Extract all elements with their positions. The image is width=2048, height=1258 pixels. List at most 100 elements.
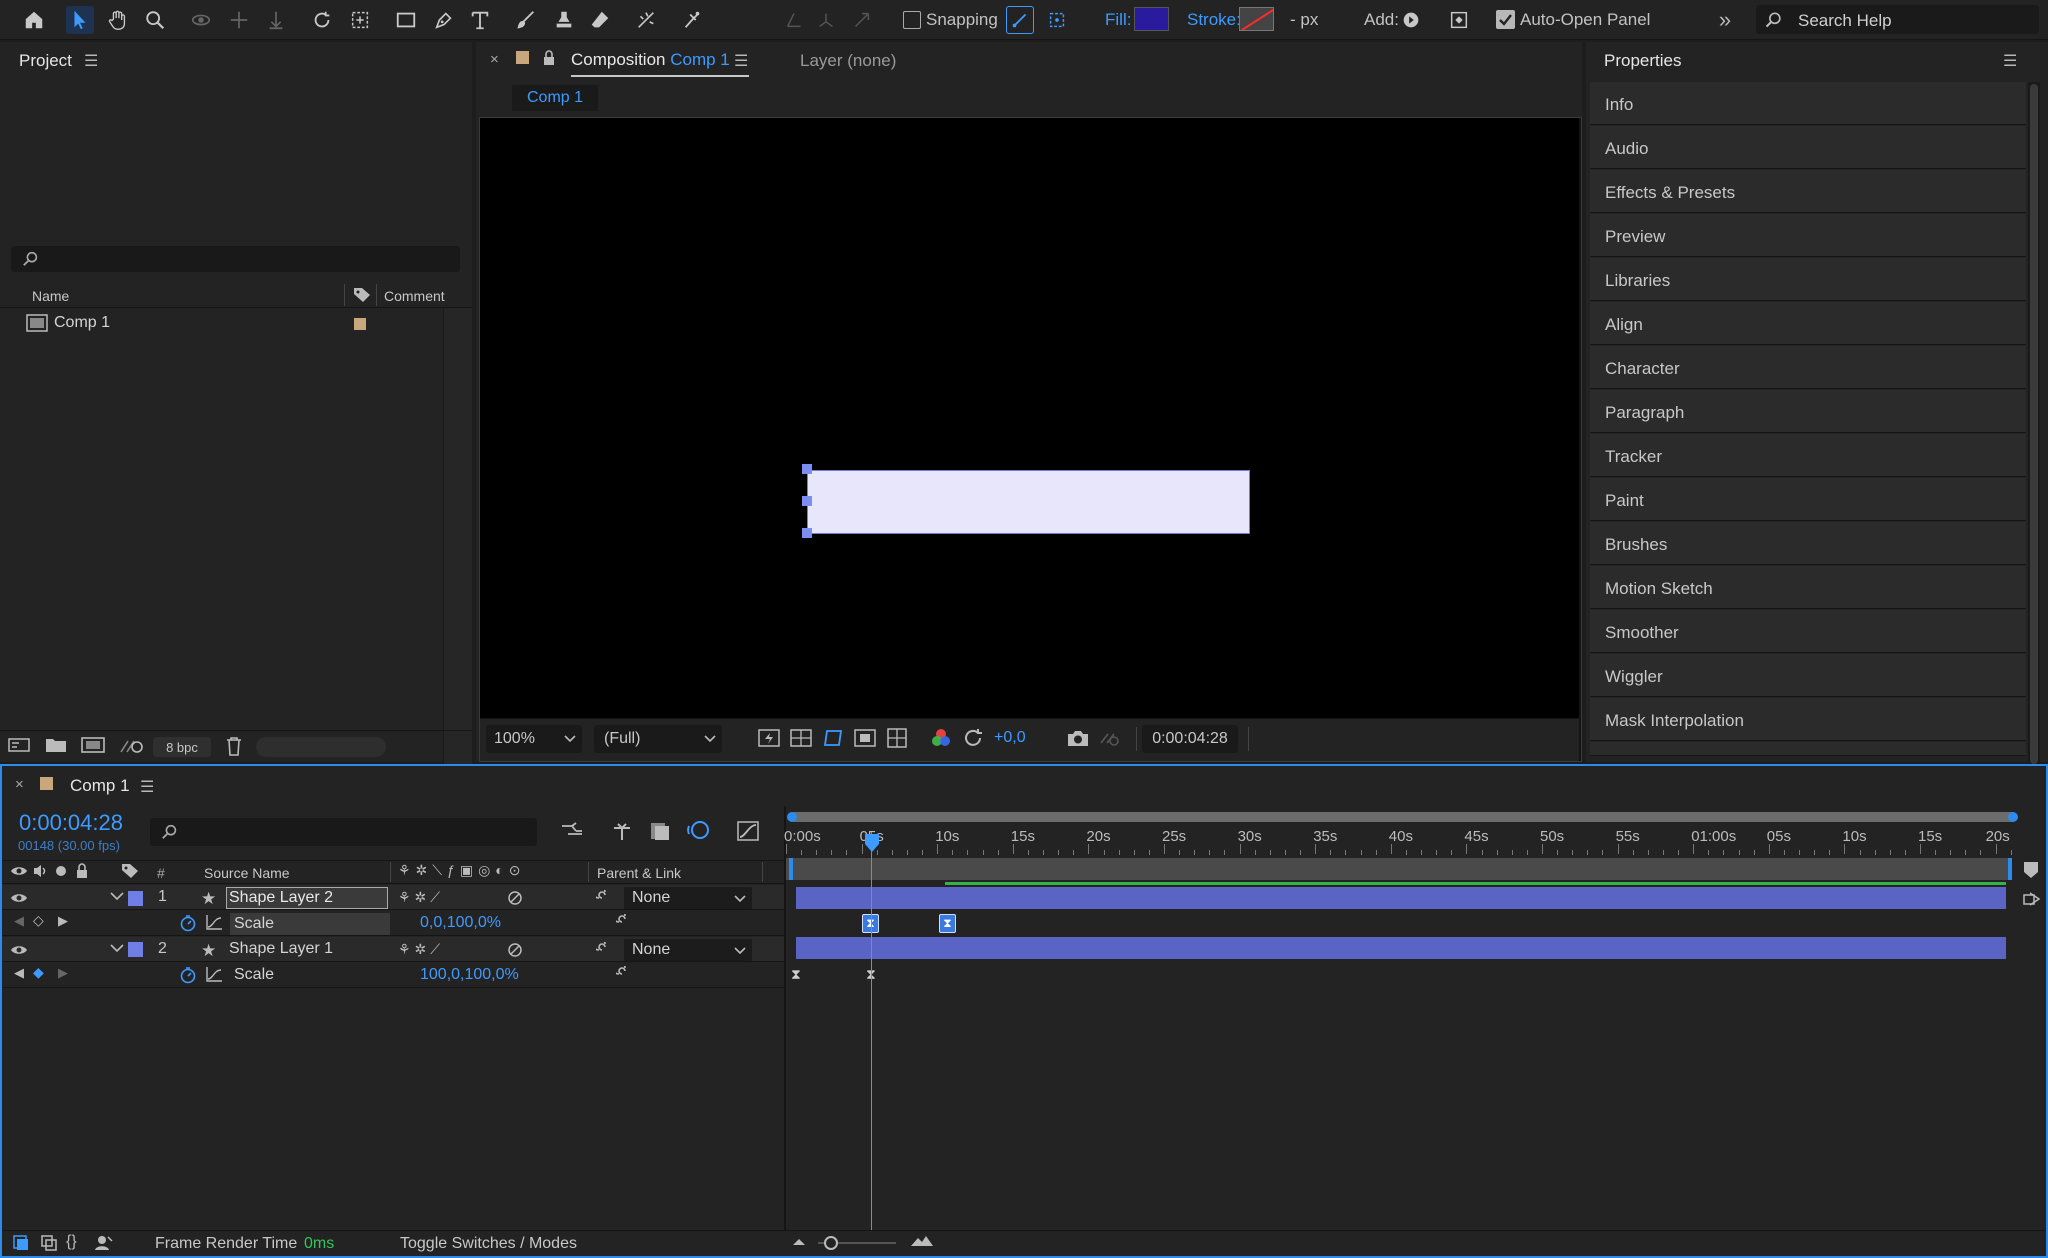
panel-item-motion-sketch[interactable]: Motion Sketch (1590, 566, 2026, 609)
graph-editor-icon[interactable] (736, 820, 760, 842)
layer-name[interactable]: Shape Layer 1 (229, 940, 333, 958)
selection-handle[interactable] (802, 464, 812, 474)
project-search-input[interactable] (11, 246, 460, 272)
chevron-down-icon[interactable] (110, 892, 124, 902)
current-time-display[interactable]: 0:00:04:28 (1142, 725, 1238, 753)
parent-dropdown[interactable]: None (624, 887, 752, 909)
properties-menu-icon[interactable]: ☰ (2003, 51, 2017, 71)
project-scrollbar[interactable] (443, 308, 472, 768)
parent-pickwhip-icon[interactable] (596, 890, 614, 906)
transparency-grid-icon[interactable] (790, 728, 812, 748)
prev-keyframe-icon[interactable]: ◀ (14, 965, 24, 981)
rectangle-tool-icon[interactable] (392, 6, 420, 34)
comp-button-icon[interactable] (2022, 890, 2042, 908)
parent-pickwhip-icon[interactable] (596, 942, 614, 958)
draft-3d-icon[interactable] (610, 820, 634, 842)
expression-pickwhip-icon[interactable] (616, 966, 634, 982)
trash-icon[interactable] (224, 735, 244, 757)
resolution-dropdown[interactable]: (Full) (594, 725, 722, 753)
layer-switches[interactable]: ⚘✲⟋ (398, 889, 444, 906)
layer-label-color[interactable] (128, 942, 143, 957)
parent-link-header[interactable]: Parent & Link (597, 865, 681, 881)
close-tab-icon[interactable]: × (15, 776, 24, 793)
stopwatch-icon[interactable] (179, 966, 197, 984)
axis-view-icon[interactable] (848, 6, 876, 34)
home-icon[interactable] (20, 6, 48, 34)
color-channels-icon[interactable] (930, 727, 952, 749)
expression-pickwhip-icon[interactable] (616, 914, 634, 930)
selection-handle[interactable] (802, 528, 812, 538)
panel-item-info[interactable]: Info (1590, 82, 2026, 125)
in-out-toggle-icon[interactable]: {} (66, 1233, 77, 1251)
panel-item-brushes[interactable]: Brushes (1590, 522, 2026, 565)
name-column-header[interactable]: Name (32, 288, 69, 304)
navigator-end-handle[interactable] (2008, 812, 2018, 822)
lock-icon[interactable] (542, 50, 556, 66)
panel-item-preview[interactable]: Preview (1590, 214, 2026, 257)
close-tab-icon[interactable]: × (490, 51, 499, 68)
layer-label-color[interactable] (128, 891, 143, 906)
stroke-swatch[interactable] (1239, 7, 1274, 31)
transfer-controls-toggle-icon[interactable] (40, 1234, 58, 1252)
keyframe-easy-ease[interactable]: ⧗ (939, 914, 956, 933)
axis-local-icon[interactable] (780, 6, 808, 34)
dolly-camera-icon[interactable] (262, 6, 290, 34)
scale-value[interactable]: 100,0,100,0% (420, 966, 519, 984)
type-tool-icon[interactable] (466, 6, 494, 34)
time-ruler[interactable]: 0:00s 05s 10s 15s 20s 25s 30s 35s 40s 45s 50s 55s 01… (784, 826, 2022, 856)
workspace-overflow-icon[interactable]: » (1711, 6, 1739, 34)
playhead-line[interactable] (871, 832, 872, 1230)
panel-item-character[interactable]: Character (1590, 346, 2026, 389)
layer-panel-tab[interactable]: Layer (none) (800, 51, 896, 71)
snapping-checkbox[interactable] (903, 11, 921, 29)
panel-item-paragraph[interactable]: Paragraph (1590, 390, 2026, 433)
layer-switches-toggle-icon[interactable] (12, 1234, 30, 1252)
comp-navigator-tab[interactable]: Comp 1 (512, 85, 598, 111)
collapse-transform-icon[interactable] (506, 890, 524, 906)
hide-shy-layers-icon[interactable] (648, 820, 672, 842)
next-keyframe-icon[interactable]: ▶ (58, 965, 68, 981)
new-folder-icon[interactable] (44, 735, 68, 755)
clone-stamp-tool-icon[interactable] (550, 6, 578, 34)
work-area-start[interactable] (789, 858, 793, 880)
prev-keyframe-icon[interactable]: ◀ (14, 913, 24, 929)
layer-visibility-eye-icon[interactable] (10, 891, 28, 905)
auto-open-checkbox[interactable] (1496, 10, 1515, 29)
properties-scrollbar[interactable] (2028, 82, 2040, 766)
comp-marker-bin-icon[interactable] (2022, 860, 2040, 880)
reset-exposure-icon[interactable] (962, 727, 984, 749)
graph-icon[interactable] (205, 914, 223, 930)
render-time-toggle-icon[interactable] (94, 1234, 114, 1252)
snap-features-icon[interactable] (1043, 6, 1071, 34)
comment-column-header[interactable]: Comment (384, 288, 445, 304)
selection-handle[interactable] (802, 496, 812, 506)
exposure-value[interactable]: +0,0 (994, 729, 1026, 747)
rotate-tool-icon[interactable] (308, 6, 336, 34)
layer-switches[interactable]: ⚘✲⟋ (398, 941, 444, 958)
thumbnail-size-slider[interactable] (256, 737, 386, 757)
panel-item-audio[interactable]: Audio (1590, 126, 2026, 169)
layer-name-field[interactable]: Shape Layer 2 (226, 887, 388, 909)
time-zoom-slider-handle[interactable] (824, 1236, 838, 1250)
panel-item-smoother[interactable]: Smoother (1590, 610, 2026, 653)
keyframe-easy-ease[interactable]: ⧗ (791, 966, 801, 983)
panel-item-partial[interactable] (1590, 742, 2026, 756)
timeline-menu-icon[interactable]: ☰ (140, 777, 154, 797)
magnification-dropdown[interactable]: 100% (486, 725, 582, 753)
add-keyframe-icon[interactable]: ◇ (33, 912, 44, 929)
panel-item-align[interactable]: Align (1590, 302, 2026, 345)
stopwatch-icon[interactable] (179, 914, 197, 932)
next-keyframe-icon[interactable]: ▶ (58, 913, 68, 929)
work-area-bar[interactable] (786, 858, 2012, 880)
brush-tool-icon[interactable] (512, 6, 540, 34)
work-area-end[interactable] (2008, 858, 2012, 880)
keyframe-on-icon[interactable]: ◆ (33, 964, 44, 981)
orbit-camera-icon[interactable] (187, 6, 215, 34)
collapse-transform-icon[interactable] (506, 942, 524, 958)
pan-behind-tool-icon[interactable] (346, 6, 374, 34)
timeline-search-input[interactable] (150, 818, 537, 846)
label-tag-icon[interactable] (352, 286, 372, 304)
eraser-tool-icon[interactable] (586, 6, 614, 34)
fast-previews-icon[interactable] (758, 728, 780, 748)
tool-creates-shape-icon[interactable] (1445, 6, 1473, 34)
